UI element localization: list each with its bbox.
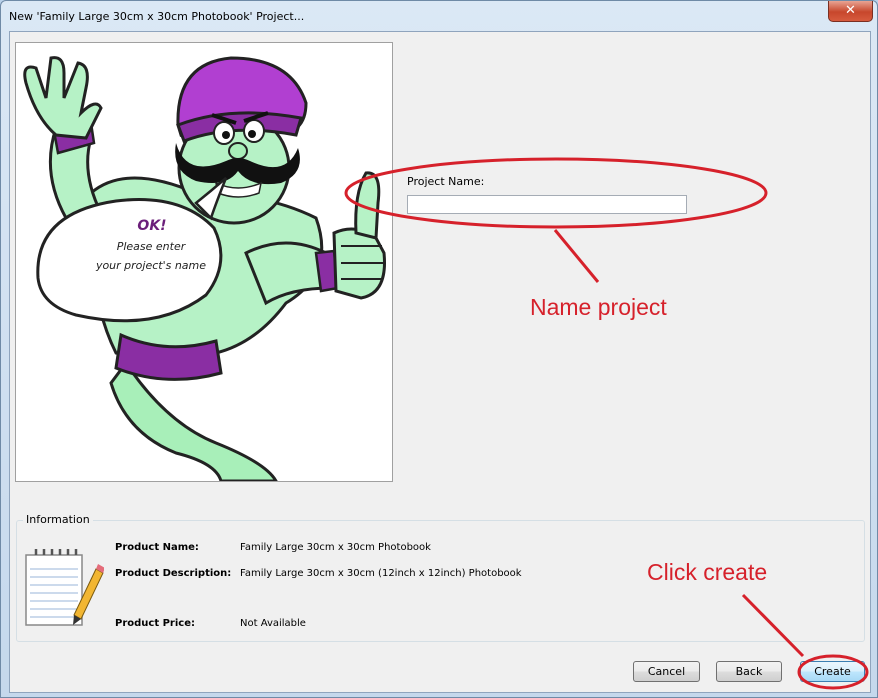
bubble-title: OK! xyxy=(137,218,167,234)
annotation-click-create: Click create xyxy=(647,559,768,585)
product-price-value: Not Available xyxy=(240,618,306,629)
product-name-label: Product Name: xyxy=(115,542,199,553)
annotation-line-project-name xyxy=(553,229,600,283)
information-legend: Information xyxy=(23,513,93,526)
bubble-text-line1: Please enter xyxy=(116,240,186,253)
product-price-label: Product Price: xyxy=(115,618,195,629)
dialog-body: OK! Please enter your project's name Pro… xyxy=(9,31,871,693)
annotation-circle-project-name xyxy=(344,157,768,229)
notepad-pencil-icon xyxy=(25,549,104,626)
dialog-window: New 'Family Large 30cm x 30cm Photobook'… xyxy=(0,0,878,698)
product-description-value: Family Large 30cm x 30cm (12inch x 12inc… xyxy=(240,568,522,579)
annotation-name-project: Name project xyxy=(530,294,667,320)
bubble-text-line2: your project's name xyxy=(95,259,207,272)
back-button[interactable]: Back xyxy=(716,661,782,682)
product-name-value: Family Large 30cm x 30cm Photobook xyxy=(240,542,431,553)
title-bar[interactable]: New 'Family Large 30cm x 30cm Photobook'… xyxy=(1,1,877,31)
project-name-input[interactable] xyxy=(407,195,687,214)
cancel-button[interactable]: Cancel xyxy=(633,661,700,682)
close-icon: ✕ xyxy=(845,3,856,18)
project-name-label: Project Name: xyxy=(407,175,485,188)
product-description-label: Product Description: xyxy=(115,568,232,579)
close-button[interactable]: ✕ xyxy=(828,1,873,22)
genie-illustration: OK! Please enter your project's name xyxy=(15,42,393,482)
create-button[interactable]: Create xyxy=(800,661,865,682)
window-title: New 'Family Large 30cm x 30cm Photobook'… xyxy=(9,10,305,23)
